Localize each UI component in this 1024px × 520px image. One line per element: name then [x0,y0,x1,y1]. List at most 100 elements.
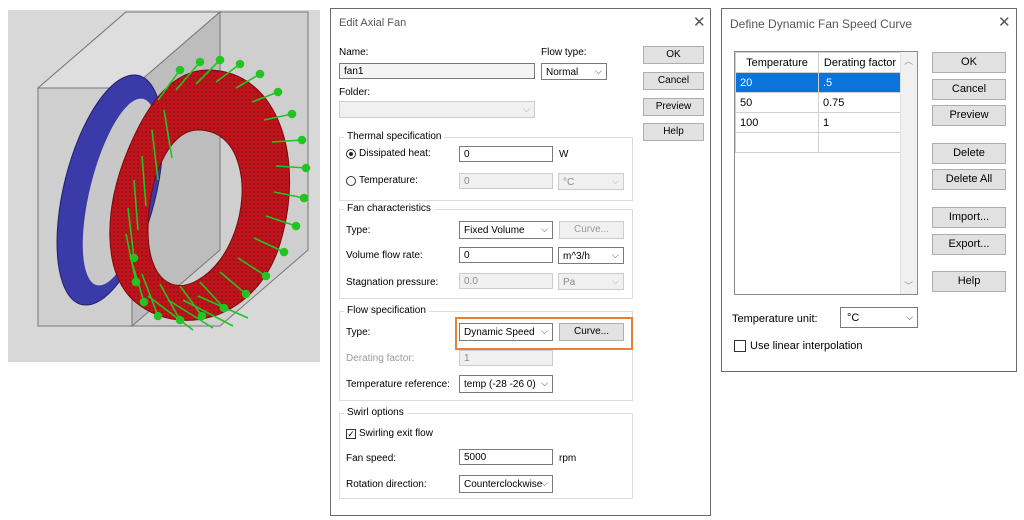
flow-spec-type-label: Type: [346,327,371,338]
chevron-down-icon: ⌵ [541,478,548,488]
fan-char-title: Fan characteristics [344,203,434,214]
curve-dialog-title: Define Dynamic Fan Speed Curve [730,17,913,31]
help-button[interactable]: Help [643,123,704,141]
swirl-checkbox[interactable]: ✓ [346,429,356,439]
derating-input[interactable]: 1 [459,350,553,366]
curve-ok-button[interactable]: OK [932,52,1006,73]
fan-curve-button[interactable]: Curve... [559,221,624,239]
swirl-check-label: Swirling exit flow [359,428,433,439]
swirl-title: Swirl options [344,407,407,418]
flow-spec-title: Flow specification [344,305,429,316]
fan-3d-render [36,10,311,331]
dissipated-label: Dissipated heat: [359,148,431,159]
curve-cancel-button[interactable]: Cancel [932,79,1006,100]
table-cell[interactable]: 50 [735,92,819,113]
curve-table-frame: Temperature Derating factor 20 .5 50 0.7… [734,51,918,295]
table-cell[interactable]: 1 [818,112,902,133]
fan-speed-unit: rpm [559,453,577,464]
table-row[interactable]: 50 0.75 [735,92,902,113]
curve-help-button[interactable]: Help [932,271,1006,292]
chevron-down-icon: ⌵ [541,326,548,336]
scroll-up-icon[interactable]: ︿ [904,54,913,67]
temperature-input[interactable]: 0 [459,173,553,189]
temp-unit-label: Temperature unit: [732,313,818,325]
volume-label: Volume flow rate: [346,250,423,261]
temp-unit-select[interactable]: °C ⌵ [840,307,918,328]
flow-type-label: Flow type: [541,47,587,58]
flow-type-value: Normal [546,67,579,78]
volume-input[interactable]: 0 [459,247,553,263]
ok-button[interactable]: OK [643,46,704,64]
preview-button[interactable]: Preview [643,98,704,116]
edit-axial-fan-dialog: Edit Axial Fan ✕ Name: fan1 Flow type: N… [330,8,711,516]
fan-type-value: Fixed Volume [464,225,525,236]
derating-label: Derating factor: [346,353,415,364]
table-cell[interactable]: 20 [735,72,819,93]
fan-type-select[interactable]: Fixed Volume ⌵ [459,221,553,239]
flow-spec-type-select[interactable]: Dynamic Speed ⌵ [459,323,553,341]
temp-ref-label: Temperature reference: [346,379,450,390]
flow-curve-button[interactable]: Curve... [559,323,624,341]
table-row[interactable]: 20 .5 [735,72,902,93]
folder-label: Folder: [339,87,371,98]
delete-button[interactable]: Delete [932,143,1006,164]
fan-speed-input[interactable]: 5000 [459,449,553,465]
fan-speed-curve-dialog: Define Dynamic Fan Speed Curve ✕ Tempera… [721,8,1017,372]
chevron-down-icon: ⌵ [541,224,548,234]
table-cell[interactable] [735,132,819,153]
temp-ref-select[interactable]: temp (-28 -26 0) ⌵ [459,375,553,393]
curve-preview-button[interactable]: Preview [932,105,1006,126]
fan-speed-label: Fan speed: [346,453,397,464]
table-scrollbar[interactable]: ︿ ﹀ [900,52,917,294]
fan-3d-view[interactable] [8,10,320,362]
linear-interp-checkbox[interactable] [734,340,746,352]
stagnation-label: Stagnation pressure: [346,277,439,288]
rotation-label: Rotation direction: [346,479,427,490]
thermal-title: Thermal specification [344,131,445,142]
table-cell[interactable]: .5 [818,72,902,93]
temperature-radio[interactable] [346,176,356,186]
name-label: Name: [339,47,369,58]
dissipated-unit: W [559,149,569,160]
export-button[interactable]: Export... [932,234,1006,255]
cancel-button[interactable]: Cancel [643,72,704,90]
chevron-down-icon: ⌵ [612,276,619,286]
derating-header: Derating factor [818,52,902,73]
rotation-value: Counterclockwise [464,479,543,490]
close-icon[interactable]: ✕ [998,15,1011,30]
temperature-label: Temperature: [359,175,418,186]
flow-spec-type-value: Dynamic Speed [464,327,535,338]
dissipated-radio[interactable] [346,149,356,159]
chevron-down-icon: ⌵ [612,250,619,260]
temperature-unit-value: °C [563,177,575,188]
delete-all-button[interactable]: Delete All [932,169,1006,190]
temp-ref-value: temp (-28 -26 0) [464,379,536,390]
chevron-down-icon: ⌵ [612,176,619,186]
linear-interp-label: Use linear interpolation [750,340,863,352]
table-cell[interactable]: 100 [735,112,819,133]
table-cell[interactable]: 0.75 [818,92,902,113]
volume-unit-select[interactable]: m^3/h ⌵ [558,247,624,264]
stagnation-unit-select[interactable]: Pa ⌵ [558,273,624,290]
temp-unit-value: °C [847,312,860,324]
scroll-down-icon[interactable]: ﹀ [904,279,913,292]
import-button[interactable]: Import... [932,207,1006,228]
table-row[interactable]: 100 1 [735,112,902,133]
temperature-unit-select[interactable]: °C ⌵ [558,173,624,190]
rotation-select[interactable]: Counterclockwise ⌵ [459,475,553,493]
fan-type-label: Type: [346,225,371,236]
table-cell[interactable] [818,132,902,153]
chevron-down-icon: ⌵ [595,66,602,76]
dialog-title: Edit Axial Fan [339,17,407,29]
close-icon[interactable]: ✕ [693,15,706,30]
name-input[interactable]: fan1 [339,63,535,79]
chevron-down-icon: ⌵ [523,104,530,114]
dissipated-input[interactable]: 0 [459,146,553,162]
flow-type-select[interactable]: Normal ⌵ [541,63,607,80]
table-row[interactable] [735,132,902,153]
volume-unit-value: m^3/h [563,251,590,262]
curve-table: Temperature Derating factor 20 .5 50 0.7… [735,52,902,153]
stagnation-input[interactable]: 0.0 [459,273,553,289]
folder-select[interactable]: ⌵ [339,101,535,118]
chevron-down-icon: ⌵ [541,378,548,388]
